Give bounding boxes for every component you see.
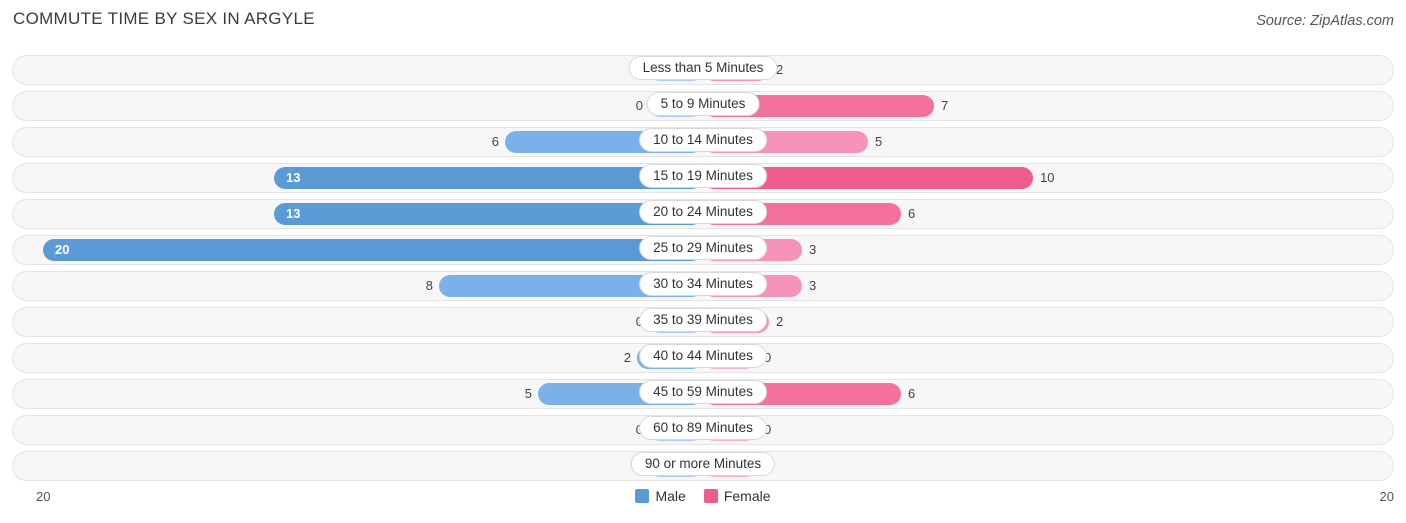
category-label: 25 to 29 Minutes [639, 236, 767, 260]
chart-rows: 02Less than 5 Minutes 0 7 5 to 9 Minutes 6 5 1… [12, 53, 1394, 485]
category-label: 10 to 14 Minutes [639, 128, 767, 152]
chart-row: 0235 to 39 Minutes [12, 305, 1394, 341]
chart-row: 0090 or more Minutes [12, 449, 1394, 485]
legend-label-male: Male [655, 488, 686, 504]
source-attribution: Source: ZipAtlas.com [1256, 13, 1394, 29]
chart-legend: Male Female [0, 488, 1406, 504]
value-male: 6 [491, 134, 499, 149]
value-female: 7 [941, 98, 949, 113]
value-male: 5 [524, 386, 532, 401]
value-female: 10 [1040, 170, 1055, 185]
chart-row: 8 3 30 to 34 Minutes [12, 269, 1394, 305]
category-label: 90 or more Minutes [630, 452, 776, 476]
value-female: 3 [809, 242, 817, 257]
bar-male[interactable] [43, 239, 703, 261]
category-label: Less than 5 Minutes [628, 56, 778, 80]
category-label: 20 to 24 Minutes [639, 200, 767, 224]
value-male: 13 [286, 170, 301, 185]
chart-row: 2 0 40 to 44 Minutes [12, 341, 1394, 377]
value-female: 3 [809, 278, 817, 293]
category-label: 30 to 34 Minutes [639, 272, 767, 296]
value-female: 6 [908, 386, 916, 401]
chart-row: 13 10 15 to 19 Minutes [12, 161, 1394, 197]
chart-row: 20 3 25 to 29 Minutes [12, 233, 1394, 269]
chart-row: 02Less than 5 Minutes [12, 53, 1394, 89]
legend-item-male[interactable]: Male [635, 488, 686, 504]
value-male: 0 [635, 98, 643, 113]
value-female: 5 [875, 134, 883, 149]
category-label: 60 to 89 Minutes [639, 416, 767, 440]
chart-row: 0060 to 89 Minutes [12, 413, 1394, 449]
legend-item-female[interactable]: Female [703, 488, 771, 504]
value-male: 13 [286, 206, 301, 221]
legend-swatch-male [635, 489, 650, 503]
category-label: 40 to 44 Minutes [639, 344, 767, 368]
chart-row: 0 7 5 to 9 Minutes [12, 89, 1394, 125]
page-title: COMMUTE TIME BY SEX IN ARGYLE [13, 9, 315, 28]
category-label: 5 to 9 Minutes [646, 92, 760, 116]
value-female: 2 [776, 314, 784, 329]
category-label: 15 to 19 Minutes [639, 164, 767, 188]
category-label: 35 to 39 Minutes [639, 308, 767, 332]
value-male: 2 [623, 350, 631, 365]
legend-swatch-female [703, 489, 718, 503]
chart-row: 5 6 45 to 59 Minutes [12, 377, 1394, 413]
chart-row: 13 6 20 to 24 Minutes [12, 197, 1394, 233]
legend-label-female: Female [723, 488, 771, 504]
value-female: 6 [908, 206, 916, 221]
commute-time-chart: COMMUTE TIME BY SEX IN ARGYLE Source: Zi… [0, 0, 1406, 523]
value-male: 20 [55, 242, 70, 257]
category-label: 45 to 59 Minutes [639, 380, 767, 404]
value-male: 8 [425, 278, 433, 293]
chart-row: 6 5 10 to 14 Minutes [12, 125, 1394, 161]
